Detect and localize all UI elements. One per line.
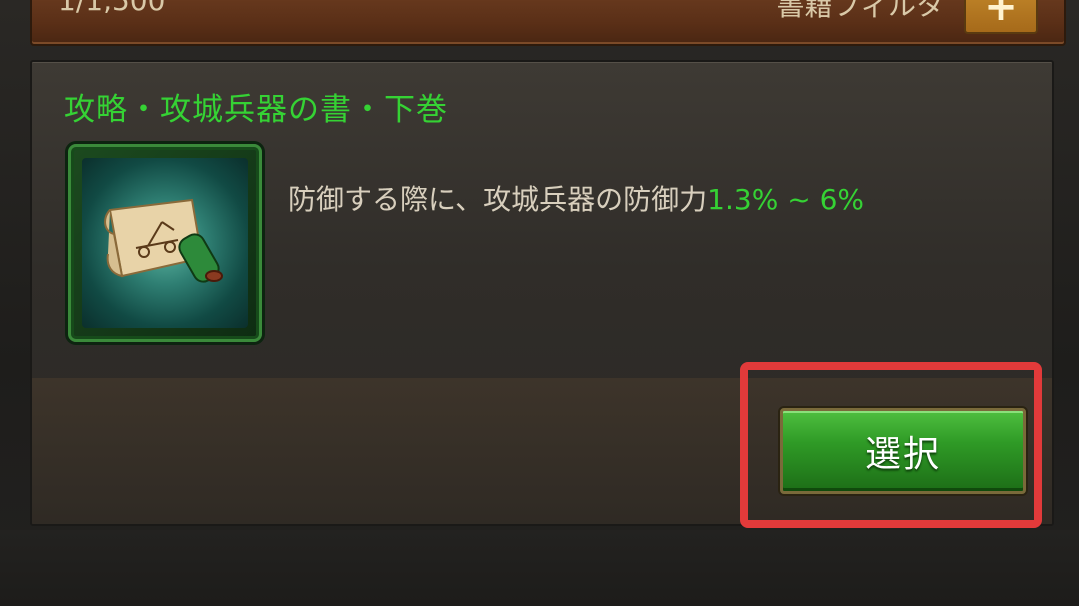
- description-text: 防御する際に、攻城兵器の防御力: [288, 183, 708, 216]
- scroll-icon: [104, 198, 223, 283]
- item-icon-background: [82, 158, 248, 328]
- top-header-bar: 1/1,500 書籍フィルタ +: [30, 0, 1066, 46]
- item-title: 攻略・攻城兵器の書・下巻: [64, 92, 448, 128]
- effect-range: 1.3% ~ 6%: [707, 183, 864, 216]
- item-description: 防御する際に、攻城兵器の防御力1.3% ~ 6%: [288, 178, 864, 218]
- bottom-area: [0, 530, 1079, 606]
- book-selection-screen: 1/1,500 書籍フィルタ + 攻略・攻城兵器の書・下巻 防御する際に、攻城兵…: [0, 0, 1079, 606]
- filter-label[interactable]: 書籍フィルタ: [777, 0, 944, 24]
- add-button[interactable]: +: [964, 0, 1038, 34]
- highlight-box: [740, 362, 1042, 528]
- book-count: 1/1,500: [58, 0, 166, 17]
- plus-icon: +: [984, 0, 1018, 30]
- item-icon-frame: [68, 144, 262, 342]
